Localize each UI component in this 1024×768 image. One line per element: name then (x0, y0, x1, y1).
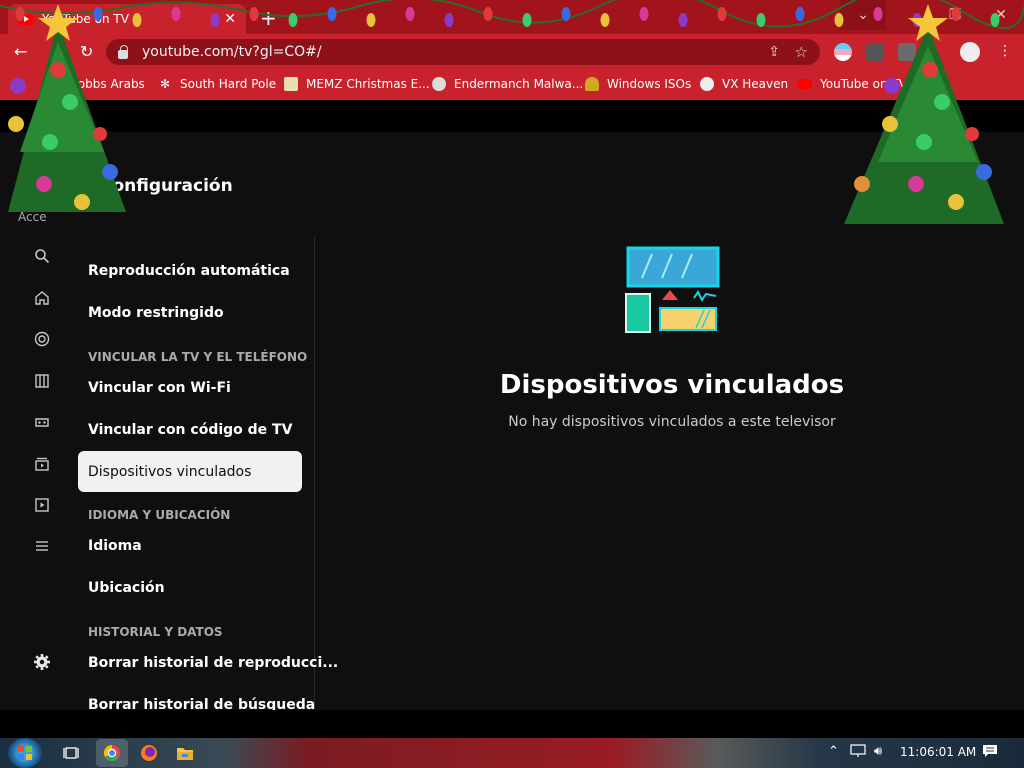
menu-item-language[interactable]: Idioma (88, 538, 142, 554)
share-icon[interactable]: ⇪ (768, 44, 780, 60)
explore-icon[interactable] (32, 329, 52, 349)
network-icon[interactable] (850, 744, 866, 762)
close-window-button[interactable]: ✕ (978, 0, 1024, 30)
image-icon (284, 77, 298, 91)
linked-devices-message: No hay dispositivos vinculados a este te… (508, 414, 836, 430)
menu-item-clear-watch-history[interactable]: Borrar historial de reproducci... (88, 655, 338, 671)
bookmark-item[interactable]: Endermanch Malwa... (432, 77, 583, 91)
back-arrow-icon[interactable]: ← (14, 42, 27, 61)
figure-icon (585, 77, 599, 91)
menu-item-link-tv-code[interactable]: Vincular con código de TV (88, 422, 292, 438)
page-top-strip (0, 100, 1024, 132)
star-icon[interactable]: ☆ (795, 43, 808, 61)
menu-item-restricted-mode[interactable]: Modo restringido (88, 305, 224, 321)
accessibility-label: Acce (18, 210, 47, 224)
menu-item-autoplay[interactable]: Reproducción automática (88, 263, 290, 279)
start-button[interactable] (8, 738, 42, 768)
section-link-tv-phone: VINCULAR LA TV Y EL TELÉFONO (88, 350, 308, 364)
omnibox[interactable]: youtube.com/tv?gl=CO#/ ⇪ ☆ (106, 39, 820, 65)
page-title: Configuración (100, 176, 233, 196)
menu-item-linked-devices[interactable]: Dispositivos vinculados (78, 451, 302, 492)
skull-icon (700, 77, 714, 91)
youtube-favicon-icon (18, 13, 34, 25)
bookmark-label: YouTube on TV (820, 77, 907, 91)
bookmark-label: Robbs Arabs (70, 77, 145, 91)
bookmark-label: VX Heaven (722, 77, 789, 91)
section-history-data: HISTORIAL Y DATOS (88, 625, 223, 639)
tab-title: YouTube on TV (42, 12, 129, 26)
bookmark-label: Endermanch Malwa... (454, 77, 584, 91)
home-icon[interactable] (32, 288, 52, 308)
bookmark-label: Windows ISOs (607, 77, 692, 91)
file-explorer-icon[interactable] (174, 742, 196, 764)
url-text[interactable]: youtube.com/tv?gl=CO#/ (142, 44, 322, 60)
firefox-taskbar-icon[interactable] (138, 742, 160, 764)
restore-window-button[interactable]: ❐ (932, 0, 978, 30)
bookmark-item[interactable]: MEMZ Christmas E... (284, 77, 430, 91)
linked-devices-heading: Dispositivos vinculados (499, 370, 845, 400)
subscriptions-icon[interactable] (32, 371, 52, 391)
queue-icon[interactable] (32, 536, 52, 556)
menu-item-link-wifi[interactable]: Vincular con Wi-Fi (88, 380, 231, 396)
search-icon[interactable] (32, 246, 52, 266)
reload-icon[interactable]: ↻ (80, 42, 93, 61)
playlist-icon[interactable] (32, 495, 52, 515)
profile-avatar[interactable] (960, 42, 980, 62)
taskbar-clock[interactable]: 11:06:01 AM (900, 745, 976, 759)
notifications-icon[interactable] (982, 744, 998, 762)
bookmark-item[interactable]: VX Heaven (700, 77, 788, 91)
youtube-icon (798, 79, 812, 89)
browser-tab[interactable]: YouTube on TV ✕ (8, 4, 246, 34)
bookmark-item[interactable]: YouTube on TV (798, 77, 907, 91)
flower-icon: ✻ (158, 77, 172, 91)
extensions-puzzle-icon[interactable] (898, 43, 916, 61)
menu-item-location[interactable]: Ubicación (88, 580, 165, 596)
browser-menu-icon[interactable]: ⋮ (998, 43, 1012, 59)
lock-icon (118, 44, 128, 59)
bookmark-label: MEMZ Christmas E... (306, 77, 430, 91)
library-icon[interactable] (32, 454, 52, 474)
extension-s-icon[interactable] (866, 43, 884, 61)
linked-devices-illustration (625, 246, 720, 333)
gaming-icon[interactable] (32, 412, 52, 432)
cat-icon (432, 77, 446, 91)
new-tab-button[interactable]: + (260, 6, 277, 30)
bookmark-item[interactable]: ✻ South Hard Pole (158, 77, 276, 91)
chrome-taskbar-icon[interactable] (96, 739, 128, 767)
sidebar-divider (314, 236, 315, 710)
section-language-location: IDIOMA Y UBICACIÓN (88, 508, 231, 522)
tab-close-icon[interactable]: ✕ (224, 11, 236, 27)
extension-flag-icon[interactable] (834, 43, 852, 61)
settings-gear-icon[interactable] (32, 652, 52, 672)
task-view-icon[interactable] (60, 742, 82, 764)
tab-search-button[interactable]: ⌄ (840, 0, 886, 30)
bookmark-item[interactable]: Windows ISOs (585, 77, 691, 91)
bookmark-item[interactable]: Robbs Arabs (70, 77, 145, 91)
volume-icon[interactable]: 🔊︎ (874, 744, 882, 759)
page-bottom-strip (0, 710, 1024, 738)
tray-chevron-icon[interactable]: ⌃ (828, 744, 839, 759)
bookmark-label: South Hard Pole (180, 77, 277, 91)
